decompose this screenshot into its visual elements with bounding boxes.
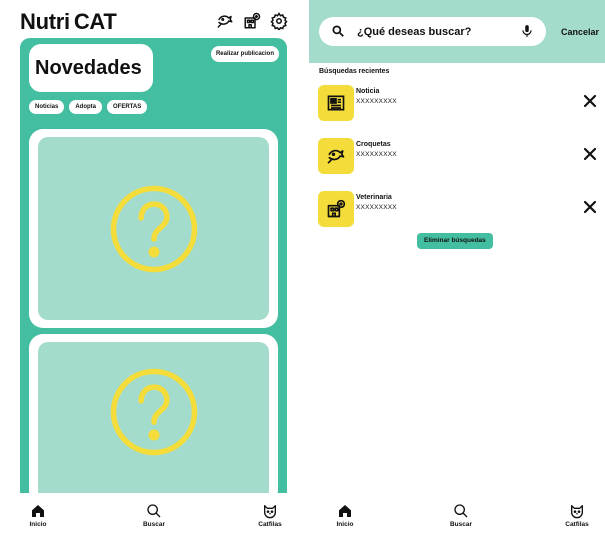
recent-subtitle: XXXXXXXXX [356, 204, 397, 211]
category-chips: Noticias Adopta OFERTAS [29, 100, 148, 114]
card-image-placeholder [38, 137, 269, 320]
vet-clinic-icon[interactable] [243, 12, 261, 30]
question-icon [110, 368, 197, 456]
search-screen: Cancelar Búsquedas recientes Noticia XXX… [309, 0, 605, 535]
headline-box: Novedades [29, 44, 153, 92]
chip-noticias[interactable]: Noticias [29, 100, 65, 114]
top-bar: Nutri CAT [0, 0, 302, 40]
recent-search-item[interactable]: Veterinaria XXXXXXXXX [318, 191, 598, 227]
nav-catfilas[interactable]: Catfilas [557, 503, 597, 528]
recent-thumb [318, 191, 354, 227]
chip-adopta[interactable]: Adopta [69, 100, 103, 114]
close-icon[interactable] [582, 146, 598, 162]
search-bar[interactable] [319, 17, 546, 46]
clear-searches-button[interactable]: Eliminar búsquedas [417, 233, 493, 249]
recent-thumb [318, 85, 354, 121]
bottom-nav: Inicio Buscar Catfilas [309, 495, 605, 535]
recent-thumb [318, 138, 354, 174]
home-screen: Nutri CAT Novedades Realizar publicacion … [0, 0, 302, 535]
news-card[interactable] [29, 129, 278, 328]
search-icon [454, 504, 468, 518]
search-icon [332, 25, 344, 37]
nav-buscar[interactable]: Buscar [134, 503, 174, 528]
app-logo: Nutri CAT [20, 9, 117, 35]
nav-inicio[interactable]: Inicio [18, 503, 58, 528]
vet-clinic-icon [327, 199, 346, 218]
news-card[interactable] [29, 334, 278, 493]
card-image-placeholder [38, 342, 269, 493]
close-icon[interactable] [582, 93, 598, 109]
cat-icon [264, 505, 276, 519]
chip-ofertas[interactable]: OFERTAS [107, 100, 148, 114]
nav-label: Catfilas [258, 521, 282, 528]
recent-search-item[interactable]: Croquetas XXXXXXXXX [318, 138, 598, 174]
close-icon[interactable] [582, 199, 598, 215]
bottom-nav: Inicio Buscar Catfilas [0, 495, 302, 535]
gear-icon[interactable] [270, 12, 288, 32]
cancel-button[interactable]: Cancelar [561, 27, 599, 37]
recent-searches-title: Búsquedas recientes [319, 68, 390, 75]
nav-label: Catfilas [565, 521, 589, 528]
fish-icon[interactable] [216, 12, 234, 30]
cat-icon [571, 505, 583, 519]
microphone-icon[interactable] [520, 24, 534, 38]
nav-label: Inicio [29, 521, 47, 528]
home-icon [339, 505, 351, 517]
fish-icon [327, 149, 345, 164]
recent-search-item[interactable]: Noticia XXXXXXXXX [318, 85, 598, 121]
nav-label: Buscar [449, 521, 473, 528]
logo-text-cat: CAT [73, 9, 117, 34]
newspaper-icon [327, 95, 345, 111]
recent-title: Croquetas [356, 141, 391, 148]
question-icon [110, 185, 197, 272]
home-icon [32, 505, 44, 517]
nav-label: Inicio [336, 521, 354, 528]
publish-button[interactable]: Realizar publicacion [210, 46, 279, 62]
search-input[interactable] [357, 24, 515, 40]
recent-title: Noticia [356, 88, 380, 95]
recent-title: Veterinaria [356, 194, 392, 201]
news-feed: Novedades Realizar publicacion Noticias … [20, 38, 287, 493]
nav-label: Buscar [142, 521, 166, 528]
search-header: Cancelar [309, 0, 605, 63]
page-title: Novedades [35, 57, 142, 79]
nav-inicio[interactable]: Inicio [325, 503, 365, 528]
nav-buscar[interactable]: Buscar [441, 503, 481, 528]
nav-catfilas[interactable]: Catfilas [250, 503, 290, 528]
search-icon [147, 504, 161, 518]
recent-subtitle: XXXXXXXXX [356, 151, 397, 158]
logo-text-nutri: Nutri [20, 9, 70, 34]
recent-subtitle: XXXXXXXXX [356, 98, 397, 105]
